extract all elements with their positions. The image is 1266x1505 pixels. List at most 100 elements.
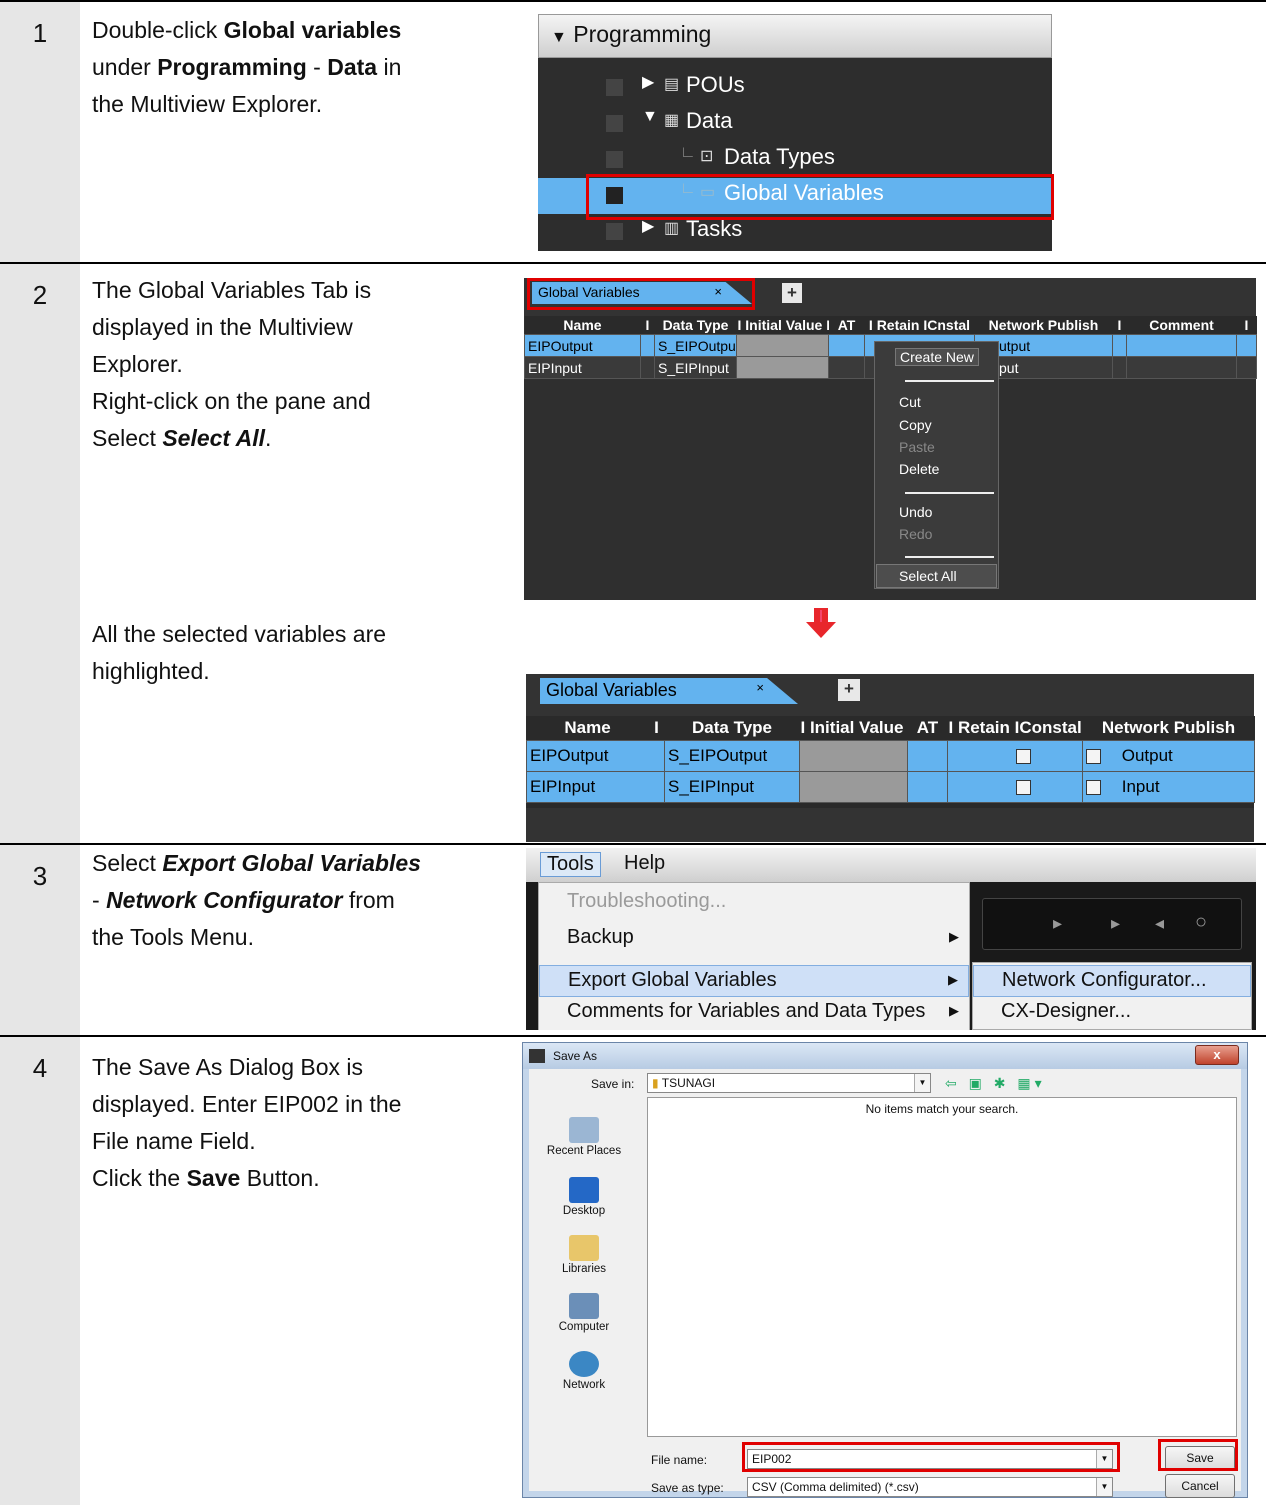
add-tab-button[interactable]: + [782,283,802,303]
save-as-type-dropdown[interactable]: CSV (Comma delimited) (*.csv) ▼ [747,1477,1113,1497]
menu-item-export-global-variables[interactable]: Export Global Variables ▶ [539,965,969,997]
save-in-label: Save in: [591,1077,635,1091]
retain-checkbox[interactable] [1016,779,1031,795]
column-header[interactable]: I Retain ICnstal [864,316,975,335]
menu-item-undo[interactable]: Undo [899,504,932,520]
step-2-instructions: The Global Variables Tab is displayed in… [92,277,372,451]
toolbar-background: ▸ ▸ ◂ ○ [982,898,1242,950]
submenu-arrow-icon: ▶ [948,972,958,987]
step-number-column [0,264,80,843]
column-header[interactable]: Name [526,716,649,740]
place-recent-places[interactable]: Recent Places [529,1117,639,1157]
save-in-dropdown[interactable]: ▮ TSUNAGI ▼ [647,1073,931,1093]
desktop-icon [569,1177,599,1203]
highlight-global-variables-tab [527,278,755,310]
menu-item-cut[interactable]: Cut [899,394,921,410]
toolbar-icon: ▸ [1053,913,1063,933]
add-tab-button[interactable]: + [838,679,860,701]
retain-checkbox[interactable] [1016,748,1031,764]
menu-item-delete[interactable]: Delete [899,461,939,477]
step-3-instructions: Select Export Global Variables - Network… [92,850,421,950]
toolbar-icon: ▸ [1111,913,1121,933]
place-computer[interactable]: Computer [529,1293,639,1333]
menu-item-troubleshooting[interactable]: Troubleshooting... [539,887,969,919]
step-2-row: 2 The Global Variables Tab is displayed … [0,262,1266,843]
chevron-down-icon: ▼ [914,1074,930,1092]
computer-icon [569,1293,599,1319]
menu-item-copy[interactable]: Copy [899,417,932,433]
menu-help[interactable]: Help [624,852,665,875]
step-number-column [0,1037,80,1505]
menu-item-backup[interactable]: Backup ▶ [539,923,969,955]
file-name-label: File name: [651,1453,708,1467]
constant-checkbox[interactable] [1086,779,1101,795]
tree-item-pous[interactable]: ▶ ▤ POUs [538,70,1052,106]
table-row[interactable]: EIPInput S_EIPInput Input [526,770,1255,803]
toolbar-icon: ◂ [1155,913,1165,933]
folder-icon: ▮ [652,1076,659,1090]
submenu-arrow-icon: ▶ [949,929,959,944]
column-header[interactable]: I Initial Value I [736,316,829,335]
menu-item-redo[interactable]: Redo [899,526,932,542]
empty-message: No items match your search. [865,1102,1019,1116]
column-header[interactable]: I Initial Value I [799,716,908,740]
down-arrow-icon [806,608,836,638]
file-list[interactable]: No items match your search. [647,1097,1237,1437]
submenu-arrow-icon: ▶ [949,1003,959,1018]
column-header[interactable]: AT [907,716,948,740]
tasks-icon: ▥ [664,220,680,237]
column-header[interactable]: I Retain IConstal [947,716,1083,740]
menu-tools[interactable]: Tools [540,852,601,877]
place-libraries[interactable]: Libraries [529,1235,639,1275]
menu-bar: Tools Help [526,848,1256,882]
menu-item-network-configurator[interactable]: Network Configurator... [973,965,1251,997]
menu-item-create-new[interactable]: Create New [895,348,979,366]
programming-header[interactable]: ▼ Programming [538,14,1052,58]
close-button[interactable]: x [1195,1045,1239,1065]
highlight-file-name [742,1442,1120,1472]
menu-item-cx-designer[interactable]: CX-Designer... [973,997,1251,1029]
data-icon: ▦ [664,112,680,129]
export-submenu: Network Configurator... CX-Designer... [972,962,1252,1030]
column-header[interactable]: Network Publish [974,316,1113,335]
step-number: 4 [32,1053,48,1083]
save-as-dialog: Save As x Save in: ▮ TSUNAGI ▼ ⇦ ▣ ✱ ▦▾ … [522,1042,1248,1498]
place-desktop[interactable]: Desktop [529,1177,639,1217]
dialog-title: Save As [553,1049,598,1063]
tab-close-icon[interactable]: × [756,680,764,695]
global-variables-pane-before: Global Variables × + Name I Data Type I I… [524,278,1257,600]
refresh-icon: ○ [1195,911,1208,933]
chevron-down-icon: ▼ [1096,1478,1112,1496]
step-number: 2 [32,280,48,310]
cancel-button[interactable]: Cancel [1165,1474,1235,1498]
tools-menu-screenshot: Tools Help ▸ ▸ ◂ ○ Troubleshooting... Ba… [526,848,1256,1030]
step-2-result-text: All the selected variables are highlight… [92,621,387,684]
column-header[interactable]: Comment [1126,316,1237,335]
dialog-toolbar-icons[interactable]: ⇦ ▣ ✱ ▦▾ [945,1075,1046,1092]
step-1-instructions: Double-click Global variables under Prog… [92,17,402,117]
column-header[interactable]: Data Type [654,316,737,335]
constant-checkbox[interactable] [1086,748,1101,764]
column-header[interactable]: Name [524,316,641,335]
column-header[interactable]: Data Type [664,716,800,740]
dialog-app-icon [529,1049,545,1063]
pou-icon: ▤ [664,76,680,93]
tree-item-data[interactable]: ▼ ▦ Data [538,106,1052,142]
step-4-instructions: The Save As Dialog Box is displayed. Ent… [92,1054,402,1191]
column-header[interactable]: Network Publish [1082,716,1255,740]
tree-item-data-types[interactable]: ∟ ⊡ Data Types [538,142,1052,178]
place-network[interactable]: Network [529,1351,639,1391]
global-variables-pane-after: Global Variables × + Name I Data Type I I… [526,674,1255,842]
menu-item-paste[interactable]: Paste [899,439,935,455]
libraries-icon [569,1235,599,1261]
highlight-global-variables [586,174,1054,220]
highlight-save-button [1158,1439,1238,1471]
table-row[interactable]: EIPOutput S_EIPOutput Output [526,739,1255,772]
column-header[interactable]: AT [828,316,865,335]
network-icon [569,1351,599,1377]
tab-global-variables[interactable]: Global Variables × [540,678,798,704]
menu-item-comments[interactable]: Comments for Variables and Data Types ▶ [539,997,969,1029]
menu-item-select-all[interactable]: Select All [899,568,957,584]
step-number: 3 [32,861,48,891]
tools-dropdown: Troubleshooting... Backup ▶ Export Global… [538,882,970,1030]
